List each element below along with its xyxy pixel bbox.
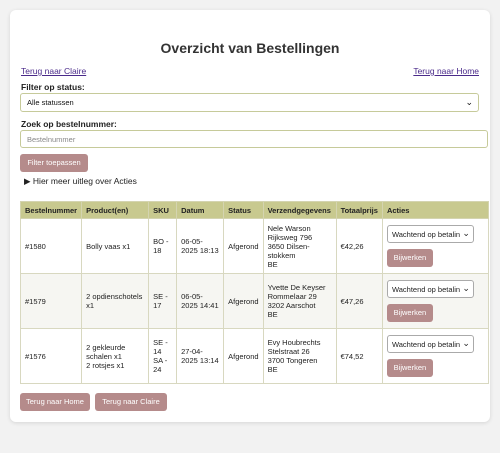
shipping: Yvette De Keyser Rommelaar 29 3202 Aarsc… [262, 273, 337, 329]
shipping-name: Evy Houbrechts [267, 338, 321, 347]
col-shipping: Verzendgegevens [262, 201, 337, 219]
col-products: Product(en) [81, 201, 150, 219]
order-status-select[interactable]: Wachtend op betalin ⌄ [386, 280, 474, 298]
triangle-right-icon: ▶ [24, 176, 31, 186]
shipping-name: Nele Warson [267, 223, 311, 233]
total-price: €74,52 [335, 328, 383, 384]
products: 2 opdienschotels x1 [81, 273, 150, 329]
back-to-claire-link[interactable]: Terug naar Claire [21, 66, 86, 76]
order-status-value: Wachtend op betalin [391, 340, 461, 349]
sku: SE - 17 [148, 273, 178, 329]
order-number-search-input[interactable]: Bestelnummer [20, 130, 488, 148]
orders-table: Bestelnummer Product(en) SKU Datum Statu… [19, 201, 490, 384]
sku: BO - 18 [148, 218, 178, 274]
col-date: Datum [176, 201, 225, 219]
order-number: #1580 [19, 218, 83, 274]
col-status: Status [223, 201, 264, 219]
apply-filter-button[interactable]: Filter toepassen [20, 154, 88, 172]
date: 06-05-2025 18:13 [176, 218, 225, 274]
status: Afgerond [223, 273, 264, 329]
shipping-city: 3700 Tongeren [267, 356, 318, 365]
actions-cell: Wachtend op betalin ⌄ Bijwerken [381, 328, 490, 384]
sku: SE - 14 SA - 24 [148, 328, 178, 384]
back-to-home-link[interactable]: Terug naar Home [413, 66, 479, 76]
chevron-down-icon: ⌄ [462, 338, 470, 348]
total-price: €42,26 [335, 218, 383, 274]
date: 06-05-2025 14:41 [176, 273, 225, 329]
order-status-select[interactable]: Wachtend op betalin ⌄ [386, 225, 474, 243]
order-number: #1579 [19, 273, 83, 329]
status-filter-value: Alle statussen [27, 98, 74, 107]
col-order: Bestelnummer [19, 201, 83, 219]
orders-card: Overzicht van Bestellingen Terug naar Cl… [10, 10, 490, 422]
status: Afgerond [223, 328, 264, 384]
shipping-street: Rijksweg 796 [267, 232, 313, 242]
help-summary: Hier meer uitleg over Acties [32, 176, 137, 186]
table-header-row: Bestelnummer Product(en) SKU Datum Statu… [19, 201, 490, 219]
update-button[interactable]: Bijwerken [386, 359, 433, 377]
shipping-country: BE [267, 365, 278, 374]
update-button[interactable]: Bijwerken [386, 249, 433, 267]
shipping-name: Yvette De Keyser [267, 283, 326, 292]
col-actions: Acties [381, 201, 490, 219]
search-label: Zoek op bestelnummer: [21, 119, 117, 129]
order-number: #1576 [19, 328, 83, 384]
actions-cell: Wachtend op betalin ⌄ Bijwerken [381, 273, 490, 329]
table-row: #1576 2 gekleurde schalen x1 2 rotsjes x… [19, 328, 490, 384]
products: Bolly vaas x1 [81, 218, 150, 274]
shipping-city: 3202 Aarschot [267, 301, 316, 310]
shipping-country: BE [267, 259, 278, 269]
date: 27-04-2025 13:14 [176, 328, 225, 384]
chevron-down-icon: ⌄ [465, 97, 473, 107]
page-title: Overzicht van Bestellingen [160, 40, 340, 56]
order-status-select[interactable]: Wachtend op betalin ⌄ [386, 335, 474, 353]
help-details-toggle[interactable]: ▶ Hier meer uitleg over Acties [24, 176, 137, 187]
col-sku: SKU [148, 201, 178, 219]
shipping-country: BE [267, 310, 278, 319]
chevron-down-icon: ⌄ [462, 283, 470, 293]
search-placeholder: Bestelnummer [27, 135, 76, 144]
order-status-value: Wachtend op betalin [391, 285, 461, 294]
table-row: #1579 2 opdienschotels x1 SE - 17 06-05-… [19, 273, 490, 329]
status-filter-label: Filter op status: [21, 82, 85, 92]
status: Afgerond [223, 218, 264, 274]
home-button[interactable]: Terug naar Home [20, 393, 90, 411]
shipping-street: Stelstraat 26 [267, 347, 310, 356]
status-filter-select[interactable]: Alle statussen ⌄ [20, 93, 479, 112]
chevron-down-icon: ⌄ [462, 228, 470, 238]
products: 2 gekleurde schalen x1 2 rotsjes x1 [81, 328, 150, 384]
order-status-value: Wachtend op betalin [391, 230, 461, 239]
claire-button[interactable]: Terug naar Claire [95, 393, 167, 411]
table-row: #1580 Bolly vaas x1 BO - 18 06-05-2025 1… [19, 218, 490, 274]
shipping: Nele Warson Rijksweg 796 3650 Dilsen-sto… [262, 218, 337, 274]
actions-cell: Wachtend op betalin ⌄ Bijwerken [381, 218, 490, 274]
update-button[interactable]: Bijwerken [386, 304, 433, 322]
shipping: Evy Houbrechts Stelstraat 26 3700 Tonger… [262, 328, 337, 384]
col-total: Totaalprijs [335, 201, 383, 219]
shipping-city: 3650 Dilsen-stokkem [267, 241, 310, 260]
total-price: €47,26 [335, 273, 383, 329]
shipping-street: Rommelaar 29 [267, 292, 317, 301]
